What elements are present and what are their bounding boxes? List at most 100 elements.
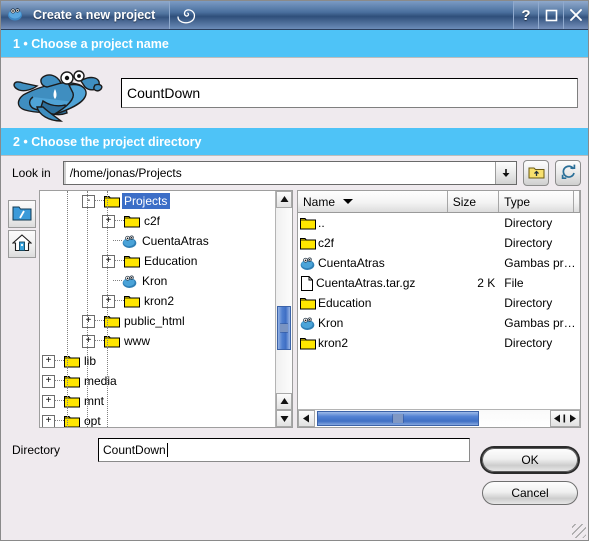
tree-node-label: mnt — [84, 394, 105, 408]
close-button[interactable] — [563, 1, 588, 29]
tree-scroll-down-button[interactable] — [276, 410, 292, 427]
window-controls: ? — [513, 1, 588, 29]
hscroll-track[interactable] — [315, 410, 550, 427]
expand-toggle-icon[interactable]: + — [102, 254, 115, 268]
file-type-cell: Directory — [504, 216, 553, 230]
home-folder-shortcut[interactable] — [8, 230, 36, 258]
tree-node-opt[interactable]: + opt — [40, 411, 275, 427]
tree-node-c2f[interactable]: + c2f — [40, 211, 275, 231]
gambas-project-icon — [122, 234, 138, 249]
hscroll-left-button[interactable] — [298, 410, 315, 427]
collapse-toggle-icon[interactable]: - — [82, 194, 95, 208]
expand-toggle-icon[interactable]: + — [102, 214, 115, 228]
expand-toggle-icon[interactable]: + — [42, 394, 55, 408]
tree-node-cuentaatras[interactable]: CuentaAtras — [40, 231, 275, 251]
file-name-label: Education — [318, 296, 372, 310]
resize-grip[interactable] — [572, 524, 586, 538]
look-in-combo[interactable]: /home/jonas/Projects — [62, 161, 517, 185]
tree-node-label: lib — [84, 354, 97, 368]
file-list-row[interactable]: c2f Directory — [298, 233, 580, 253]
tree-node-mnt[interactable]: + mnt — [40, 391, 275, 411]
file-list-row[interactable]: kron2 Directory — [298, 333, 580, 353]
tree-connector — [95, 340, 104, 342]
look-in-row: Look in /home/jonas/Projects — [1, 156, 588, 190]
tree-node-kron[interactable]: Kron — [40, 271, 275, 291]
folder-up-button[interactable] — [523, 160, 549, 186]
file-list-column-header-name[interactable]: Name — [298, 191, 448, 212]
project-name-row: CountDown — [1, 58, 588, 128]
tree-scroll-up-button-2[interactable] — [276, 393, 292, 410]
file-list-column-header-size[interactable]: Size — [448, 191, 500, 212]
expand-toggle-icon[interactable]: + — [42, 414, 55, 427]
project-name-value: CountDown — [127, 85, 201, 101]
tree-connector — [55, 380, 64, 382]
file-name-cell: CuentaAtras — [298, 256, 449, 271]
title-bar: Create a new project ? — [1, 1, 588, 30]
directory-label: Directory — [12, 443, 61, 457]
expand-toggle-icon[interactable]: + — [102, 294, 115, 308]
file-list-row[interactable]: CuentaAtras.tar.gz 2 K File — [298, 273, 580, 293]
tree-scroll-thumb[interactable] — [277, 306, 291, 351]
file-type-cell: Directory — [504, 296, 553, 310]
tree-vertical-scrollbar[interactable] — [275, 191, 292, 427]
file-list-row[interactable]: Education Directory — [298, 293, 580, 313]
dialog-buttons: OK Cancel — [482, 438, 578, 516]
file-name-cell: Education — [298, 296, 449, 310]
title-bar-left: Create a new project — [1, 1, 171, 29]
expand-toggle-icon[interactable]: + — [42, 354, 55, 368]
tree-node-label: opt — [84, 414, 101, 427]
tree-scroll-track[interactable] — [276, 208, 292, 393]
gambas-swirl-icon — [176, 3, 198, 28]
file-list-body[interactable]: .. Directory c2f Directory CuentaAtras Gambas… — [298, 213, 580, 409]
chevron-down-icon[interactable] — [495, 162, 516, 184]
file-list-row[interactable]: CuentaAtras Gambas pr… — [298, 253, 580, 273]
sort-descending-icon — [343, 199, 354, 204]
gambas-project-icon — [300, 256, 316, 271]
file-type-cell: Directory — [504, 236, 553, 250]
file-list-horizontal-scrollbar[interactable] — [298, 409, 580, 427]
expand-toggle-icon[interactable]: + — [42, 374, 55, 388]
expand-toggle-icon[interactable]: + — [82, 314, 95, 328]
project-name-input[interactable]: CountDown — [121, 78, 578, 108]
tree-node-lib[interactable]: + lib — [40, 351, 275, 371]
home-icon — [11, 233, 33, 255]
maximize-button[interactable] — [538, 1, 563, 29]
directory-tree[interactable]: - Projects + c2f CuentaAtras + Education Kron + k… — [40, 191, 275, 427]
tree-connector — [115, 220, 124, 222]
file-name-label: CuentaAtras.tar.gz — [316, 276, 416, 290]
file-list-row[interactable]: .. Directory — [298, 213, 580, 233]
root-folder-shortcut[interactable] — [8, 200, 36, 228]
expand-toggle-icon[interactable]: + — [82, 334, 95, 348]
cancel-button[interactable]: Cancel — [482, 481, 578, 505]
tree-node-media[interactable]: + media — [40, 371, 275, 391]
file-name-label: c2f — [318, 236, 335, 250]
directory-input[interactable]: CountDown — [98, 438, 470, 462]
file-list-column-header-type[interactable]: Type — [499, 191, 574, 212]
file-list-row[interactable]: Kron Gambas pr… — [298, 313, 580, 333]
tree-node-projects[interactable]: - Projects — [40, 191, 275, 211]
refresh-button[interactable] — [555, 160, 581, 186]
help-button[interactable]: ? — [513, 1, 538, 29]
tree-node-public_html[interactable]: + public_html — [40, 311, 275, 331]
look-in-value[interactable]: /home/jonas/Projects — [63, 162, 495, 184]
tree-node-label: Education — [144, 254, 198, 268]
hscroll-thumb[interactable] — [317, 411, 480, 426]
hscroll-left-right-buttons[interactable] — [550, 410, 580, 427]
browser-panes: - Projects + c2f CuentaAtras + Education Kron + k… — [1, 190, 588, 428]
tree-node-education[interactable]: + Education — [40, 251, 275, 271]
tree-node-label: media — [84, 374, 117, 388]
file-list-column-header-date[interactable] — [574, 191, 580, 212]
ok-button[interactable]: OK — [482, 448, 578, 472]
step1-header: 1 • Choose a project name — [1, 30, 588, 58]
tree-node-www[interactable]: + www — [40, 331, 275, 351]
tree-connector — [113, 240, 122, 242]
tree-scroll-up-button[interactable] — [276, 191, 292, 208]
file-type-cell: Directory — [504, 336, 553, 350]
file-type-cell: File — [504, 276, 524, 290]
tree-node-kron2[interactable]: + kron2 — [40, 291, 275, 311]
file-list-pane: Name Size Type .. Directory c2f Directory Cuen… — [297, 190, 581, 428]
